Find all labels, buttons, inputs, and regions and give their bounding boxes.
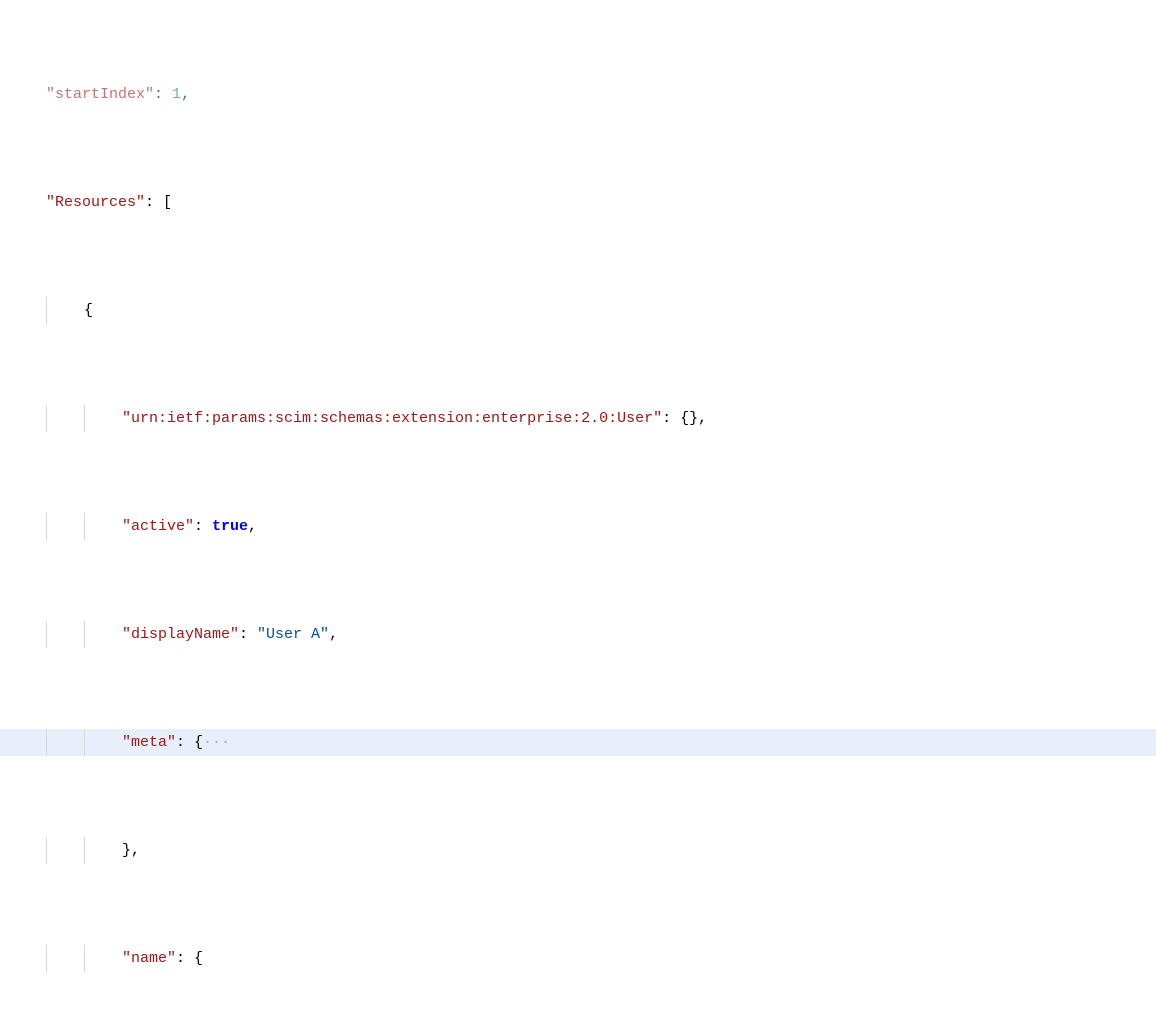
code-line: "startIndex": 1, [0,81,1156,108]
code-line: "name": { [0,945,1156,972]
json-punct: : { [176,950,203,967]
json-punct: : { [176,734,203,751]
code-line: "Resources": [ [0,189,1156,216]
code-line-active: "meta": {··· [0,729,1156,756]
json-punct: : [194,518,212,535]
code-line: { [0,297,1156,324]
json-boolean: true [212,518,248,535]
json-key: "displayName" [122,626,239,643]
json-key: "startIndex" [46,86,154,103]
json-punct: : [239,626,257,643]
json-key: "active" [122,518,194,535]
json-key: "meta" [122,734,176,751]
code-line: "displayName": "User A", [0,621,1156,648]
json-punct: : [154,86,172,103]
json-punct: , [248,518,257,535]
json-punct: , [329,626,338,643]
json-punct: { [84,302,93,319]
json-punct: , [181,86,190,103]
code-line: "urn:ietf:params:scim:schemas:extension:… [0,405,1156,432]
json-key: "name" [122,950,176,967]
code-editor[interactable]: "startIndex": 1, "Resources": [ { "urn:i… [0,0,1156,1034]
code-line: "active": true, [0,513,1156,540]
json-punct: : [ [145,194,172,211]
code-line: }, [0,837,1156,864]
json-number: 1 [172,86,181,103]
json-key: "Resources" [46,194,145,211]
json-string: "User A" [257,626,329,643]
json-punct: }, [122,842,140,859]
json-key: "urn:ietf:params:scim:schemas:extension:… [122,410,662,427]
fold-indicator-icon[interactable]: ··· [203,734,230,751]
json-punct: : {}, [662,410,707,427]
